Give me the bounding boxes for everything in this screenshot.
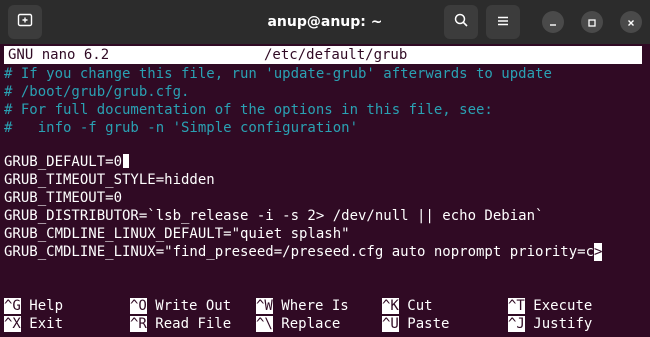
maximize-icon	[587, 13, 597, 32]
shortcut-where-is[interactable]: ^W Where Is	[256, 297, 349, 315]
shortcut-label: Justify	[533, 316, 593, 332]
comment-line: # /boot/grub/grub.cfg.	[4, 84, 190, 100]
shortcut-write-out[interactable]: ^O Write Out	[130, 297, 231, 315]
shortcut-label: Read File	[155, 316, 232, 332]
shortcut-key: ^T	[508, 298, 525, 314]
shortcut-help[interactable]: ^G Help	[4, 297, 63, 315]
hamburger-menu-icon	[496, 13, 510, 32]
shortcut-replace[interactable]: ^\ Replace	[256, 315, 340, 333]
shortcut-key: ^\	[256, 316, 273, 332]
config-text: GRUB_DEFAULT=0	[4, 154, 123, 170]
shortcut-key: ^R	[130, 316, 147, 332]
config-line-distributor[interactable]: GRUB_DISTRIBUTOR=`lsb_release -i -s 2> /…	[4, 207, 543, 225]
menu-button[interactable]	[486, 5, 520, 39]
maximize-button[interactable]	[581, 11, 603, 33]
minimize-icon	[548, 13, 558, 32]
new-tab-icon	[17, 12, 33, 32]
shortcut-label: Replace	[281, 316, 341, 332]
shortcut-label: Execute	[533, 298, 593, 314]
title-bar: anup@anup: ~	[0, 0, 650, 44]
terminal-content[interactable]: GNU nano 6.2 /etc/default/grub # If you …	[0, 46, 650, 337]
new-tab-button[interactable]	[8, 5, 42, 39]
nano-header: GNU nano 6.2 /etc/default/grub	[4, 46, 642, 64]
shortcut-key: ^G	[4, 298, 21, 314]
comment-line: # If you change this file, run 'update-g…	[4, 66, 552, 82]
shortcut-key: ^U	[382, 316, 399, 332]
terminal-window: anup@anup: ~ GNU nano 6.2 /etc/default/g…	[0, 0, 650, 337]
shortcut-key: ^X	[4, 316, 21, 332]
config-text: GRUB_CMDLINE_LINUX="find_preseed=/presee…	[4, 244, 595, 260]
close-icon	[626, 13, 636, 32]
window-title: anup@anup: ~	[267, 14, 383, 30]
config-line-timeout[interactable]: GRUB_TIMEOUT=0	[4, 189, 122, 207]
shortcut-label: Where Is	[281, 298, 349, 314]
shortcut-paste[interactable]: ^U Paste	[382, 315, 449, 333]
minimize-button[interactable]	[542, 11, 564, 33]
shortcut-label: Write Out	[155, 298, 232, 314]
nano-filename: /etc/default/grub	[264, 47, 408, 63]
shortcut-exit[interactable]: ^X Exit	[4, 315, 63, 333]
shortcut-key: ^W	[256, 298, 273, 314]
nano-version: GNU nano 6.2	[8, 47, 110, 63]
shortcut-label: Cut	[407, 298, 433, 314]
shortcut-key: ^J	[508, 316, 525, 332]
shortcut-key: ^K	[382, 298, 399, 314]
shortcut-read-file[interactable]: ^R Read File	[130, 315, 231, 333]
config-line-cmdline-default[interactable]: GRUB_CMDLINE_LINUX_DEFAULT="quiet splash…	[4, 225, 350, 243]
shortcut-execute[interactable]: ^T Execute	[508, 297, 592, 315]
close-button[interactable]	[620, 11, 642, 33]
line-overflow-indicator: >	[594, 243, 603, 261]
config-line-timeout-style[interactable]: GRUB_TIMEOUT_STYLE=hidden	[4, 171, 215, 189]
shortcut-label: Exit	[29, 316, 64, 332]
shortcut-label: Help	[29, 298, 64, 314]
search-icon	[453, 12, 469, 32]
comment-line: # info -f grub -n 'Simple configuration'	[4, 120, 359, 136]
shortcut-justify[interactable]: ^J Justify	[508, 315, 592, 333]
config-line-cmdline[interactable]: GRUB_CMDLINE_LINUX="find_preseed=/presee…	[4, 243, 603, 261]
shortcut-cut[interactable]: ^K Cut	[382, 297, 433, 315]
shortcut-label: Paste	[407, 316, 450, 332]
text-cursor	[122, 153, 131, 169]
search-button[interactable]	[444, 5, 478, 39]
comment-line: # For full documentation of the options …	[4, 102, 493, 118]
config-line-grub-default[interactable]: GRUB_DEFAULT=0	[4, 153, 131, 171]
shortcut-key: ^O	[130, 298, 147, 314]
